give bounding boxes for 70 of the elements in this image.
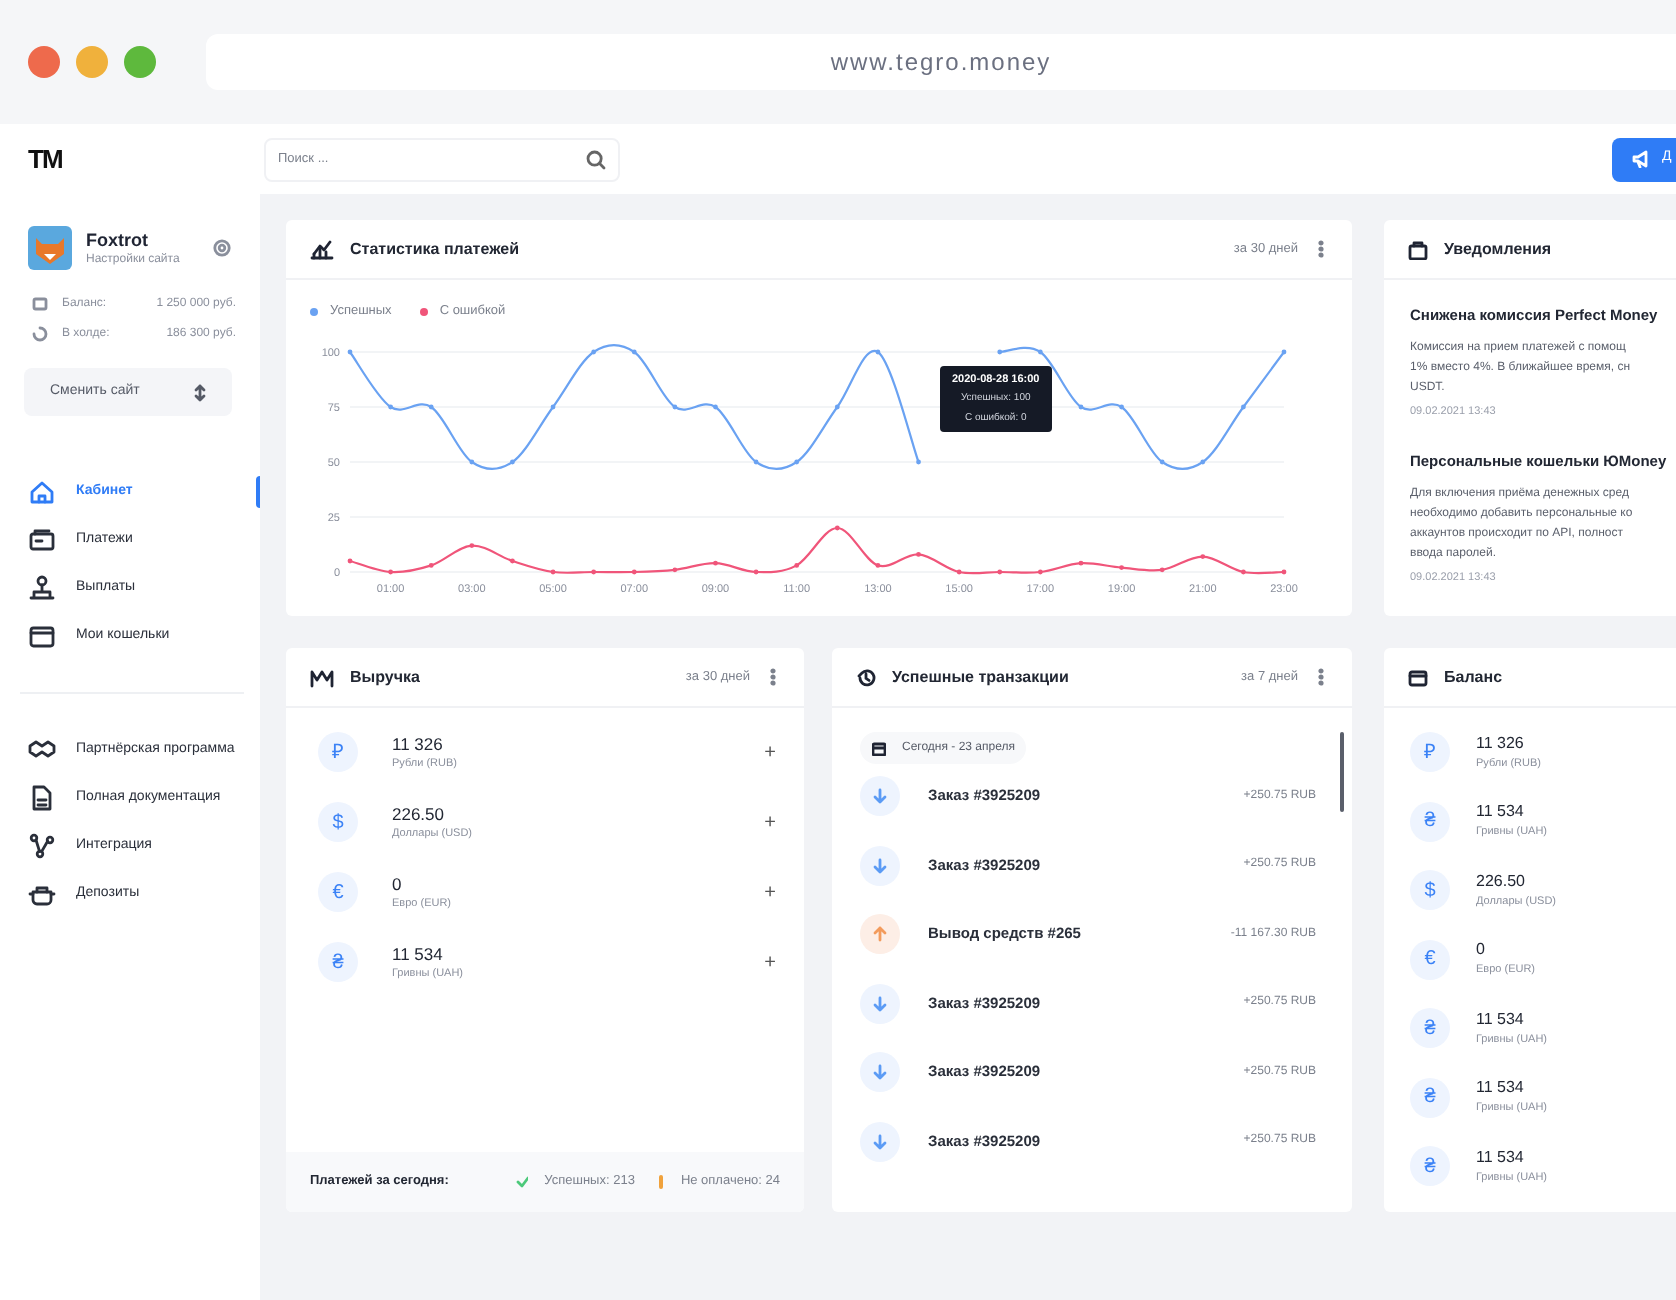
pending-icon	[658, 1174, 665, 1190]
calendar-icon	[872, 741, 886, 755]
logo-text: TM	[28, 146, 64, 174]
settings-icon	[212, 238, 232, 258]
amount-text: 11 326	[1476, 731, 1526, 756]
scrollbar-thumb[interactable]	[1340, 732, 1344, 812]
amount-text: 11 534	[1476, 1076, 1526, 1101]
currency-icon: ₴	[1410, 1146, 1450, 1186]
more-button[interactable]	[766, 668, 780, 686]
bag-icon	[1408, 239, 1428, 259]
incoming-icon	[860, 1121, 900, 1161]
card-title: Баланс	[1444, 665, 1503, 689]
fox-avatar-icon	[28, 226, 72, 270]
more-icon	[770, 668, 776, 686]
currency-icon: $	[1410, 870, 1450, 910]
add-button[interactable]: +	[764, 737, 776, 767]
card-stack-icon	[28, 526, 56, 554]
check-icon	[516, 1176, 529, 1188]
search-icon	[586, 149, 606, 169]
amount-text: 226.50	[1476, 869, 1527, 894]
more-icon	[1318, 240, 1324, 258]
outgoing-icon	[860, 914, 900, 954]
incoming-icon	[860, 983, 900, 1023]
card-title: Выручка	[350, 665, 420, 689]
address-bar[interactable]: www.tegro.money	[206, 34, 1676, 90]
bars-icon	[310, 667, 334, 687]
settings-button[interactable]	[212, 238, 232, 258]
swap-icon	[194, 383, 206, 401]
amount-text: 11 534	[1476, 1145, 1526, 1170]
amount-text: 0	[1476, 938, 1487, 963]
currency-icon: ₴	[1410, 1077, 1450, 1117]
wallet-icon	[32, 296, 48, 312]
currency-icon: ₽	[1410, 732, 1450, 772]
profile-name: Foxtrot	[86, 227, 150, 251]
incoming-icon	[860, 1052, 900, 1092]
currency-icon: ₴	[1410, 801, 1450, 841]
history-icon	[856, 667, 876, 687]
card-title: Успешные транзакции	[892, 665, 1069, 689]
currency-icon: €	[1410, 939, 1450, 979]
currency-icon: €	[318, 872, 358, 912]
amount-text: 11 534	[1476, 1007, 1526, 1032]
wallet-icon	[28, 622, 56, 650]
amount-text: 11 534	[1476, 800, 1526, 825]
currency-icon: ₽	[318, 732, 358, 772]
incoming-icon	[860, 845, 900, 885]
card-title: Статистика платежей	[350, 237, 519, 261]
nodes-icon	[28, 832, 56, 860]
add-button[interactable]: +	[764, 807, 776, 837]
more-icon	[1318, 668, 1324, 686]
currency-icon: ₴	[1410, 1008, 1450, 1048]
chart-icon	[310, 238, 334, 260]
amount-text: 226.50	[392, 801, 446, 827]
card-title: Уведомления	[1444, 237, 1552, 261]
more-button[interactable]	[1314, 668, 1328, 686]
wallet-icon	[1408, 667, 1428, 687]
amount-text: 11 326	[392, 731, 445, 757]
home-icon	[28, 478, 56, 506]
add-button[interactable]: +	[764, 877, 776, 907]
active-indicator	[256, 476, 260, 508]
add-button[interactable]: +	[764, 947, 776, 977]
url-text: www.tegro.money	[830, 46, 1052, 80]
document-icon	[28, 784, 56, 812]
spinner-icon	[32, 326, 48, 342]
incoming-icon	[860, 776, 900, 816]
more-button[interactable]	[1314, 240, 1328, 258]
megaphone-icon	[1632, 150, 1650, 168]
amount-text: 0	[392, 871, 404, 897]
currency-icon: ₴	[318, 942, 358, 982]
amount-text: 11 534	[392, 941, 445, 967]
currency-icon: $	[318, 802, 358, 842]
